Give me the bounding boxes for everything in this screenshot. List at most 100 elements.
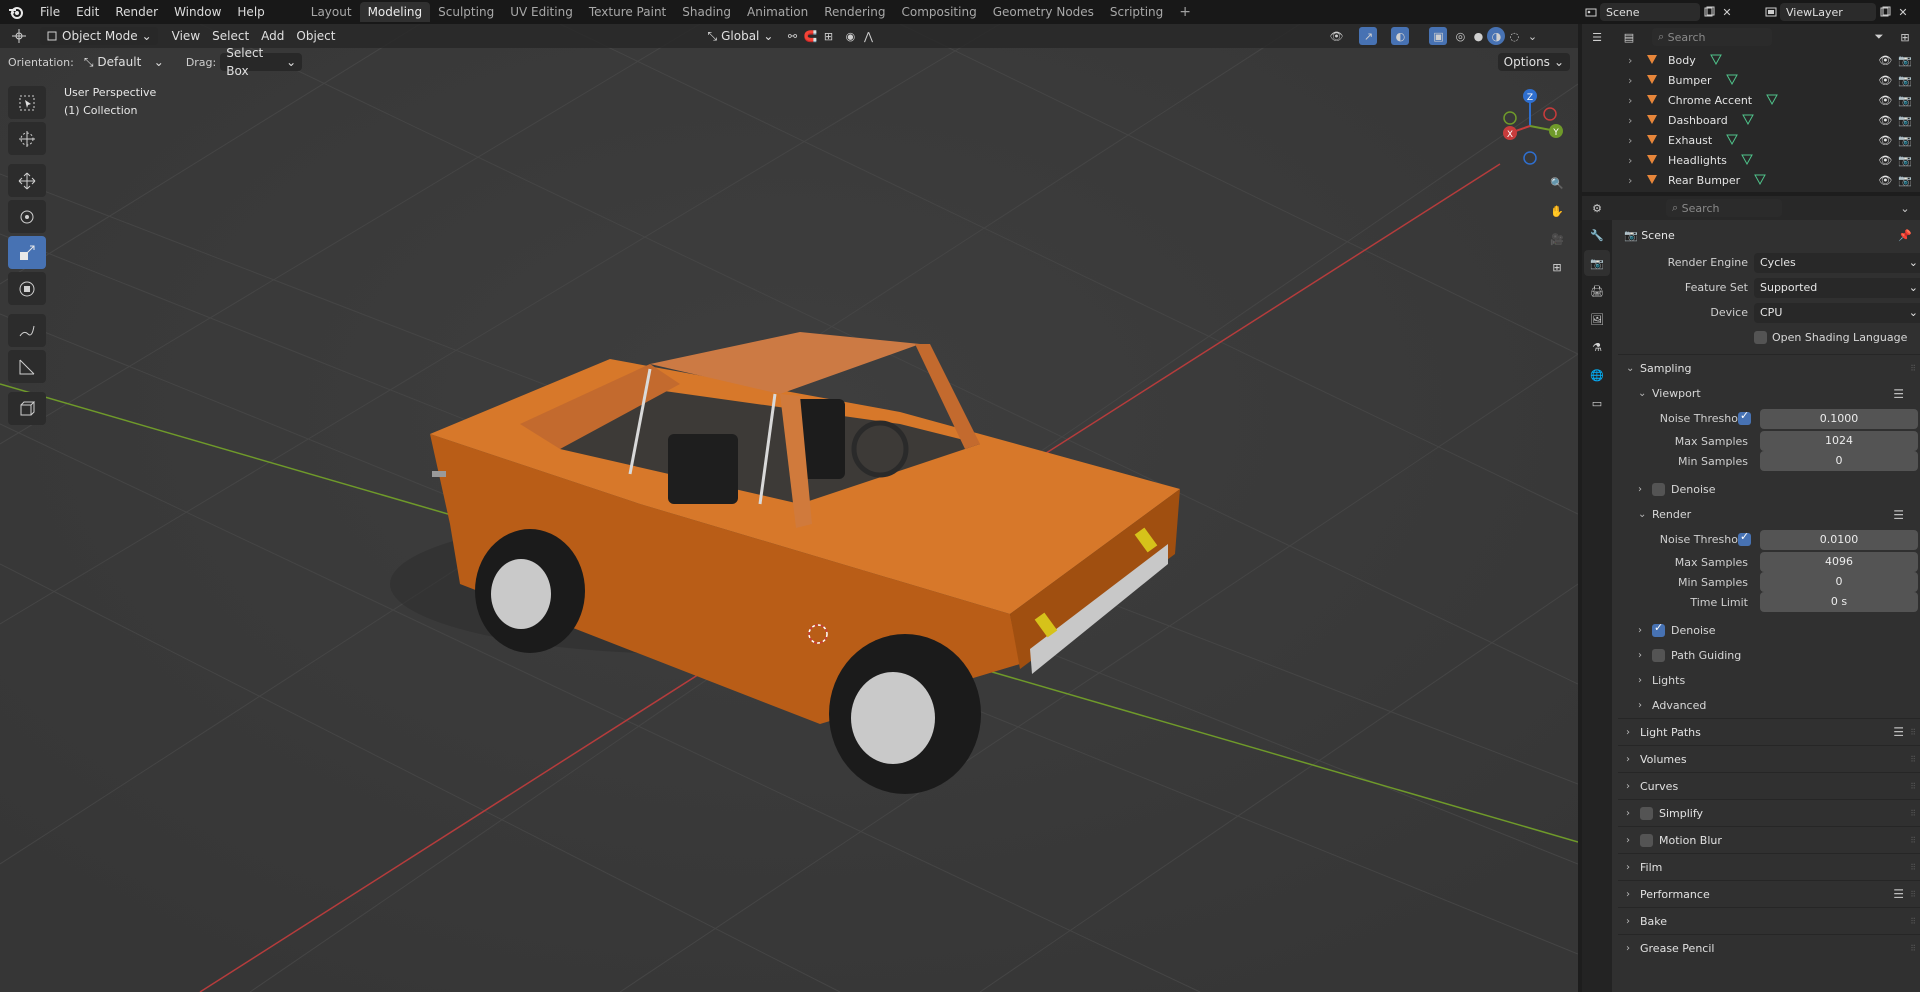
filter-icon[interactable]: ⏷: [1870, 28, 1888, 46]
drag-handle-icon[interactable]: ⠿: [1910, 863, 1916, 872]
output-tab-icon[interactable]: 🖨: [1584, 278, 1610, 304]
viewport-subpanel-header[interactable]: ⌄ Viewport ☰: [1618, 381, 1920, 406]
eye-icon[interactable]: 👁: [1878, 94, 1892, 107]
orientation-dropdown[interactable]: ⤡ Default ⌄: [78, 53, 170, 71]
outliner-item-bumper[interactable]: › Bumper 👁 📷: [1582, 70, 1920, 90]
menu-file[interactable]: File: [32, 0, 68, 24]
lights-subpanel[interactable]: › Lights: [1618, 668, 1920, 693]
render-engine-dropdown[interactable]: Cycles ⌄: [1754, 252, 1920, 273]
drag-handle-icon[interactable]: ⠿: [1910, 890, 1916, 899]
measure-tool[interactable]: [8, 350, 46, 383]
outliner-item-body[interactable]: › Body 👁 📷: [1582, 50, 1920, 70]
drag-dropdown[interactable]: Select Box ⌄: [220, 46, 303, 78]
properties-options-icon[interactable]: ⌄: [1896, 199, 1914, 217]
drag-handle-icon[interactable]: ⠿: [1910, 836, 1916, 845]
world-tab-icon[interactable]: 🌐: [1584, 362, 1610, 388]
render-subpanel-header[interactable]: ⌄ Render ☰: [1618, 502, 1920, 527]
gizmo-toggle-icon[interactable]: ↗: [1359, 27, 1378, 45]
mesh-data-icon[interactable]: [1741, 153, 1753, 168]
tab-texture-paint[interactable]: Texture Paint: [581, 2, 674, 22]
delete-scene-icon[interactable]: ✕: [1718, 3, 1736, 21]
scene-tab-icon[interactable]: ⚗: [1584, 334, 1610, 360]
light-paths-panel[interactable]: › Light Paths ☰ ⠿: [1618, 718, 1920, 745]
drag-handle-icon[interactable]: ⠿: [1910, 755, 1916, 764]
viewport-denoise-checkbox[interactable]: [1652, 483, 1665, 496]
eye-icon[interactable]: 👁: [1878, 154, 1892, 167]
xray-toggle-icon[interactable]: ▣: [1429, 27, 1448, 45]
select-box-tool[interactable]: [8, 86, 46, 119]
eye-icon[interactable]: 👁: [1878, 54, 1892, 67]
shading-options-icon[interactable]: ⌄: [1523, 27, 1541, 45]
tab-modeling[interactable]: Modeling: [359, 2, 431, 22]
motion-blur-checkbox[interactable]: [1640, 833, 1653, 847]
eye-icon[interactable]: 👁: [1878, 174, 1892, 187]
tab-geometry-nodes[interactable]: Geometry Nodes: [985, 2, 1102, 22]
eye-icon[interactable]: 👁: [1878, 114, 1892, 127]
duplicate-scene-icon[interactable]: [1700, 3, 1718, 21]
curves-panel[interactable]: › Curves ⠿: [1618, 772, 1920, 799]
presets-list-icon[interactable]: ☰: [1893, 387, 1904, 401]
camera-icon[interactable]: 📷: [1898, 154, 1912, 167]
select-menu[interactable]: Select: [206, 27, 255, 45]
proportional-edit-icon[interactable]: ◉: [841, 27, 859, 45]
options-dropdown[interactable]: Options ⌄: [1497, 53, 1570, 71]
feature-set-dropdown[interactable]: Supported ⌄: [1754, 277, 1920, 298]
noise-threshold-field[interactable]: 0.1000: [1760, 408, 1918, 429]
render-tab-icon[interactable]: 📷: [1584, 250, 1610, 276]
mesh-data-icon[interactable]: [1726, 133, 1739, 148]
outliner-search-input[interactable]: ⌕ Search: [1652, 28, 1772, 46]
expand-icon[interactable]: ›: [1628, 54, 1642, 67]
presets-list-icon[interactable]: ☰: [1893, 508, 1904, 522]
presets-list-icon[interactable]: ☰: [1893, 725, 1904, 739]
rendered-shading-icon[interactable]: ◌: [1505, 27, 1523, 45]
noise-threshold-checkbox[interactable]: [1738, 530, 1751, 546]
scale-tool[interactable]: [8, 236, 46, 269]
wireframe-shading-icon[interactable]: ◎: [1451, 27, 1469, 45]
sampling-panel-header[interactable]: ⌄ Sampling ⠿: [1618, 354, 1920, 381]
camera-icon[interactable]: 📷: [1898, 94, 1912, 107]
navigation-gizmo[interactable]: Z Y X: [1490, 86, 1570, 166]
max-samples-field[interactable]: 4096: [1760, 552, 1918, 572]
osl-checkbox[interactable]: [1754, 331, 1767, 344]
drag-handle-icon[interactable]: ⠿: [1910, 782, 1916, 791]
object-mode-dropdown[interactable]: Object Mode ⌄: [40, 27, 158, 45]
expand-icon[interactable]: ›: [1628, 114, 1642, 127]
scene-icon[interactable]: [1582, 3, 1600, 21]
zoom-icon[interactable]: 🔍: [1544, 170, 1570, 196]
mesh-data-icon[interactable]: [1741, 113, 1754, 128]
pan-hand-icon[interactable]: ✋: [1544, 198, 1570, 224]
menu-render[interactable]: Render: [107, 0, 166, 24]
simplify-checkbox[interactable]: [1640, 806, 1653, 820]
expand-icon[interactable]: ›: [1628, 94, 1642, 107]
camera-view-icon[interactable]: 🎥: [1544, 226, 1570, 252]
pivot-point-icon[interactable]: ⚯: [783, 27, 801, 45]
snap-target-icon[interactable]: ⊞: [819, 27, 837, 45]
expand-icon[interactable]: ›: [1628, 174, 1642, 187]
performance-panel[interactable]: › Performance ☰ ⠿: [1618, 880, 1920, 907]
view-layer-tab-icon[interactable]: 🖼: [1584, 306, 1610, 332]
view-menu[interactable]: View: [166, 27, 206, 45]
tab-layout[interactable]: Layout: [303, 2, 360, 22]
tab-shading[interactable]: Shading: [674, 2, 739, 22]
eye-icon[interactable]: 👁: [1878, 134, 1892, 147]
snap-icon[interactable]: 🧲: [801, 27, 819, 45]
scene-name-field[interactable]: Scene: [1600, 3, 1700, 21]
display-mode-icon[interactable]: ▤: [1620, 28, 1638, 46]
noise-threshold-checkbox[interactable]: [1738, 409, 1751, 425]
properties-search-input[interactable]: ⌕ Search: [1666, 199, 1782, 217]
ortho-toggle-icon[interactable]: ⊞: [1544, 254, 1570, 280]
outliner-item-chrome-accent[interactable]: › Chrome Accent 👁 📷: [1582, 90, 1920, 110]
time-limit-field[interactable]: 0 s: [1760, 592, 1918, 612]
camera-icon[interactable]: 📷: [1898, 134, 1912, 147]
add-workspace-button[interactable]: +: [1171, 2, 1199, 22]
motion-blur-panel[interactable]: › Motion Blur ⠿: [1618, 826, 1920, 853]
3d-viewport[interactable]: Object Mode ⌄ View Select Add Object ⤡ G…: [0, 24, 1578, 992]
tab-rendering[interactable]: Rendering: [816, 2, 893, 22]
mesh-data-icon[interactable]: [1725, 73, 1738, 88]
new-collection-icon[interactable]: ⊞: [1896, 28, 1914, 46]
blender-logo-icon[interactable]: [4, 0, 28, 24]
mesh-data-icon[interactable]: [1709, 53, 1722, 68]
camera-icon[interactable]: 📷: [1898, 174, 1912, 187]
camera-icon[interactable]: 📷: [1898, 74, 1912, 87]
move-tool[interactable]: [8, 164, 46, 197]
